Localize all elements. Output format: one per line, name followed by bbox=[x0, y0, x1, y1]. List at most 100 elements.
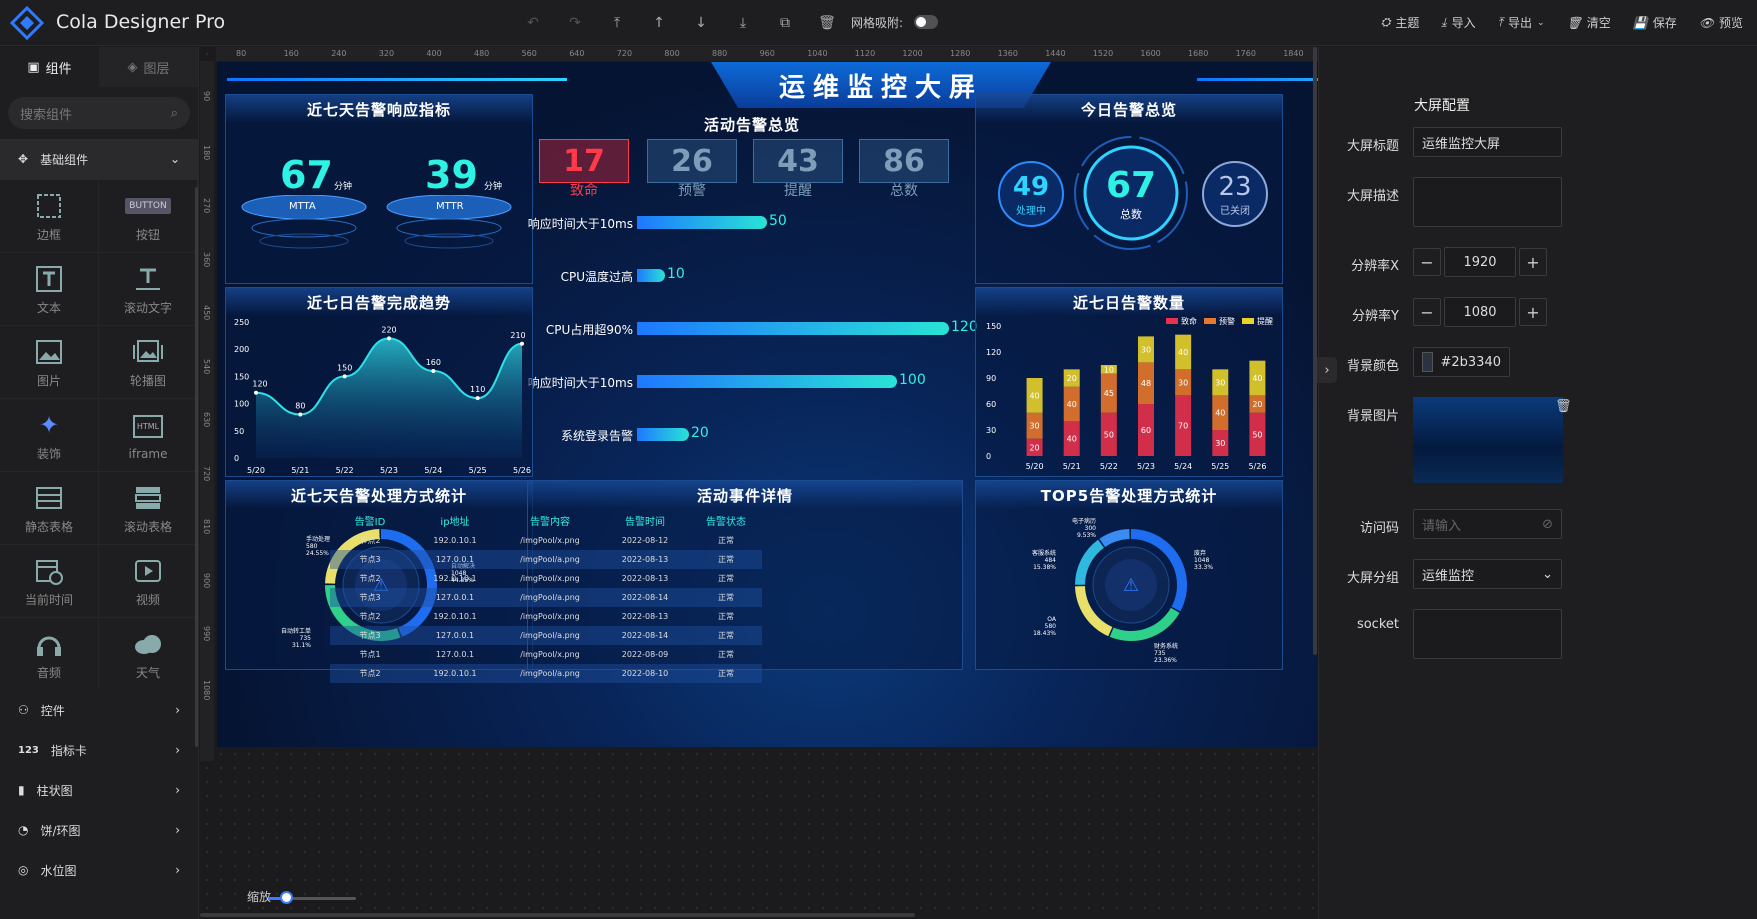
bg-image-thumbnail[interactable] bbox=[1413, 397, 1563, 483]
x-tick-label: 5/21 bbox=[291, 466, 309, 475]
data-label: 220 bbox=[381, 325, 396, 334]
component-audio[interactable]: 音频 bbox=[0, 618, 99, 690]
x-tick-label: 5/26 bbox=[1248, 462, 1266, 471]
component-decoration[interactable]: ✦ 装饰 bbox=[0, 399, 99, 472]
move-bottom-icon[interactable]: ⤓ bbox=[733, 14, 753, 32]
component-image[interactable]: 图片 bbox=[0, 326, 99, 399]
table-row[interactable]: 节点3 127.0.0.1/imgPool/a.png 2022-08-14 正常 bbox=[330, 626, 762, 645]
data-label: 150 bbox=[337, 363, 352, 372]
component-border[interactable]: 边框 bbox=[0, 180, 99, 253]
table-cell: /imgPool/x.png bbox=[520, 536, 580, 545]
bar-value-label: 30 bbox=[1141, 345, 1151, 354]
clear-button[interactable]: 🗑 清空 bbox=[1567, 14, 1611, 31]
delete-icon[interactable]: 🗑 bbox=[817, 14, 837, 32]
ruler-tick: 880 bbox=[712, 49, 728, 58]
category-basic[interactable]: ✥ 基础组件 ⌄ bbox=[0, 139, 198, 179]
edit-toolbar: ↶ ↷ ⤒ ↑ ↓ ⤓ ⧉ 🗑 bbox=[523, 14, 837, 32]
table-row[interactable]: 节点1 127.0.0.1/imgPool/x.png 2022-08-09 正常 bbox=[330, 645, 762, 664]
move-down-icon[interactable]: ↓ bbox=[691, 14, 711, 32]
carousel-icon bbox=[130, 335, 166, 369]
component-static-table[interactable]: 静态表格 bbox=[0, 472, 99, 545]
resolution-y-input[interactable]: 1080 bbox=[1444, 297, 1516, 327]
component-button[interactable]: BUTTON 按钮 bbox=[99, 180, 198, 253]
count-panel: 近七日告警数量 0 30 60 90 120 150 致命 预警 提醒 20 30 40 5/20 40 4… bbox=[975, 287, 1283, 477]
screen-title-input[interactable]: 运维监控大屏 bbox=[1413, 127, 1562, 157]
resolution-x-increment[interactable]: + bbox=[1519, 248, 1547, 276]
theme-button[interactable]: ⛭ 主题 bbox=[1381, 14, 1420, 31]
vertical-ruler: 90 180 270 360 450 540 630 720 810 900 990 1080 bbox=[200, 61, 214, 761]
table-row[interactable]: 节点2 192.0.10.1/imgPool/x.png 2022-08-13 正常 bbox=[330, 569, 762, 588]
table-cell: 127.0.0.1 bbox=[435, 650, 475, 659]
left-scrollbar[interactable] bbox=[195, 187, 198, 747]
component-text[interactable]: 文本 bbox=[0, 253, 99, 326]
bar-value-label: 45 bbox=[1104, 389, 1114, 398]
component-scroll-text[interactable]: 滚动文字 bbox=[99, 253, 198, 326]
socket-input[interactable] bbox=[1413, 609, 1562, 659]
category-bar[interactable]: ▮ 柱状图 › bbox=[0, 770, 198, 810]
tab-layers[interactable]: ◈ 图层 bbox=[99, 47, 198, 87]
move-up-icon[interactable]: ↑ bbox=[649, 14, 669, 32]
category-indicator[interactable]: 123 指标卡 › bbox=[0, 730, 198, 770]
save-button[interactable]: 💾 保存 bbox=[1633, 14, 1677, 31]
component-search-input[interactable]: 搜索组件 ⌕ bbox=[8, 97, 190, 129]
table-row[interactable]: 节点2 192.0.10.1/imgPool/a.png 2022-08-10 正常 bbox=[330, 664, 762, 683]
move-top-icon[interactable]: ⤒ bbox=[607, 14, 627, 32]
import-icon: ⤓ bbox=[1441, 15, 1447, 29]
canvas-vertical-scrollbar[interactable] bbox=[1313, 47, 1317, 655]
border-icon bbox=[31, 189, 67, 223]
screen-group-select[interactable]: 运维监控 ⌄ bbox=[1413, 559, 1562, 589]
component-video[interactable]: 视频 bbox=[99, 545, 198, 618]
table-row[interactable]: 节点2 192.0.10.1/imgPool/x.png 2022-08-12 正常 bbox=[330, 531, 762, 550]
undo-icon[interactable]: ↶ bbox=[523, 14, 543, 32]
gauge-icon: ◎ bbox=[18, 863, 29, 877]
canvas-horizontal-scrollbar[interactable] bbox=[200, 913, 915, 917]
y-tick-label: 100 bbox=[234, 400, 249, 409]
top5-panel: TOP5告警处理方式统计 ⚠ 废弃 1048 33.3% 财务系统 735 23.36% OA… bbox=[975, 480, 1283, 670]
table-cell: 节点1 bbox=[359, 650, 381, 659]
slice-name-label: 客服系统 bbox=[1032, 549, 1056, 557]
y-tick-label: 60 bbox=[986, 400, 996, 409]
component-carousel[interactable]: 轮播图 bbox=[99, 326, 198, 399]
category-water[interactable]: ◎ 水位图 › bbox=[0, 850, 198, 890]
component-scroll-table[interactable]: 滚动表格 bbox=[99, 472, 198, 545]
redo-icon[interactable]: ↷ bbox=[565, 14, 585, 32]
mttr-label: MTTR bbox=[436, 201, 464, 212]
table-row[interactable]: 节点3 127.0.0.1/imgPool/a.png 2022-08-14 正常 bbox=[330, 588, 762, 607]
copy-icon[interactable]: ⧉ bbox=[775, 14, 795, 32]
screen-desc-input[interactable] bbox=[1413, 177, 1562, 227]
export-button[interactable]: ⤒ 导出 ⌄ bbox=[1498, 14, 1545, 31]
access-code-input[interactable]: 请输入 ⊘ bbox=[1413, 509, 1562, 539]
preview-button[interactable]: 👁 预览 bbox=[1699, 14, 1743, 31]
closed-circle: 23 已关闭 bbox=[1202, 161, 1268, 227]
table-cell: /imgPool/a.png bbox=[520, 555, 580, 564]
bg-color-picker[interactable]: #2b3340 bbox=[1413, 347, 1510, 377]
resolution-x-decrement[interactable]: − bbox=[1413, 248, 1441, 276]
eye-off-icon[interactable]: ⊘ bbox=[1542, 517, 1553, 532]
chevron-down-icon: ⌄ bbox=[1542, 566, 1553, 582]
resolution-y-increment[interactable]: + bbox=[1519, 298, 1547, 326]
data-point bbox=[520, 341, 524, 346]
ruler-tick: 1040 bbox=[807, 49, 828, 58]
delete-image-icon[interactable]: 🗑 bbox=[1555, 399, 1572, 414]
resolution-x-input[interactable]: 1920 bbox=[1444, 247, 1516, 277]
category-controls[interactable]: ⚇ 控件 › bbox=[0, 690, 198, 730]
bar-value-label: 40 bbox=[1067, 400, 1077, 409]
collapse-panel-button[interactable]: › bbox=[1317, 357, 1337, 383]
grid-snap-toggle[interactable] bbox=[914, 15, 938, 29]
component-iframe[interactable]: HTML iframe bbox=[99, 399, 198, 472]
resolution-y-decrement[interactable]: − bbox=[1413, 298, 1441, 326]
component-current-time[interactable]: 当前时间 bbox=[0, 545, 99, 618]
bar-value-label: 30 bbox=[1215, 378, 1225, 387]
component-weather[interactable]: 天气 bbox=[99, 618, 198, 690]
zoom-slider-handle[interactable] bbox=[280, 891, 293, 904]
tab-components[interactable]: ▣ 组件 bbox=[0, 47, 99, 87]
table-row[interactable]: 节点2 192.0.10.1/imgPool/x.png 2022-08-13 正常 bbox=[330, 607, 762, 626]
ruler-tick: 990 bbox=[202, 626, 211, 642]
bar bbox=[637, 216, 767, 229]
ruler-tick: 900 bbox=[202, 572, 211, 588]
chevron-down-icon: ⌄ bbox=[169, 152, 180, 166]
category-pie[interactable]: ◔ 饼/环图 › bbox=[0, 810, 198, 850]
ruler-tick: 180 bbox=[202, 144, 211, 160]
table-row[interactable]: 节点3 127.0.0.1/imgPool/a.png 2022-08-13 正常 bbox=[330, 550, 762, 569]
import-button[interactable]: ⤓ 导入 bbox=[1441, 14, 1475, 31]
